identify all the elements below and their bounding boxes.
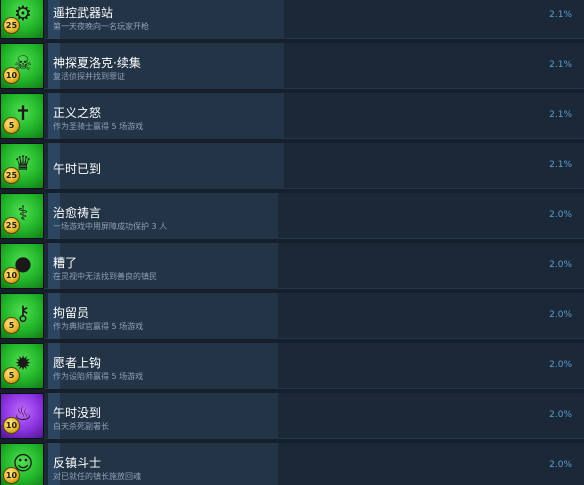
points-badge: 10 — [3, 267, 20, 284]
achievement-list: ⚙ 25 遥控武器站第一天夜晚向一名玩家开枪 2.1% ☠ 10 神探夏洛克·续集复活侦探并… — [0, 0, 584, 485]
achievement-description: 一场游戏中用屏障成功保护 3 人 — [53, 222, 168, 231]
gatling-turret-icon: ⚙ 25 — [0, 0, 44, 39]
unlock-percent: 2.0% — [549, 210, 572, 220]
achievement-title: 愿者上钩 — [53, 356, 102, 370]
achievement-title: 糟了 — [53, 256, 78, 270]
achievement-row[interactable]: ☺ 10 反镇斗士对已就任的镇长施放回魂 2.0% — [0, 443, 584, 485]
achievement-title: 遥控武器站 — [53, 6, 114, 20]
achievement-title: 午时已到 — [53, 162, 102, 176]
points-badge: 5 — [3, 317, 20, 334]
points-badge: 25 — [3, 167, 20, 184]
crystal-ball-icon: ● 10 — [0, 243, 44, 289]
bear-trap-icon: ✹ 5 — [0, 343, 44, 389]
achievement-description: 作为设陷师赢得 5 场游戏 — [53, 372, 144, 381]
achievement-row[interactable]: ✝ 5 正义之怒作为圣骑士赢得 5 场游戏 2.1% — [0, 93, 584, 139]
jester-mask-icon: ☺ 10 — [0, 443, 44, 485]
unlock-percent: 2.1% — [549, 10, 572, 20]
achievement-title: 午时没到 — [53, 406, 102, 420]
achievement-title: 神探夏洛克·续集 — [53, 56, 141, 70]
unlock-percent: 2.1% — [549, 160, 572, 170]
achievement-description: 第一天夜晚向一名玩家开枪 — [53, 22, 149, 31]
cell-keys-icon: ⚷ 5 — [0, 293, 44, 339]
achievement-row[interactable]: ✹ 5 愿者上钩作为设陷师赢得 5 场游戏 2.0% — [0, 343, 584, 389]
achievement-row[interactable]: ♨ 10 午时没到白天杀死副署长 2.0% — [0, 393, 584, 439]
caduceus-icon: ⚕ 25 — [0, 193, 44, 239]
achievement-title: 拘留员 — [53, 306, 90, 320]
achievement-row[interactable]: ♛ 25 午时已到 2.1% — [0, 143, 584, 189]
achievement-description: 作为典狱官赢得 5 场游戏 — [53, 322, 144, 331]
points-badge: 5 — [3, 367, 20, 384]
achievement-row[interactable]: ☠ 10 神探夏洛克·续集复活侦探并找到罪证 2.1% — [0, 43, 584, 89]
points-badge: 10 — [3, 417, 20, 434]
points-badge: 10 — [3, 67, 20, 84]
achievement-title: 正义之怒 — [53, 106, 102, 120]
dark-flame-icon: ♨ 10 — [0, 393, 44, 439]
unlock-percent: 2.0% — [549, 410, 572, 420]
achievement-title: 反镇斗士 — [53, 456, 102, 470]
holy-cross-icon: ✝ 5 — [0, 93, 44, 139]
unlock-rate-bar — [48, 243, 278, 289]
unlock-percent: 2.1% — [549, 60, 572, 70]
points-badge: 5 — [3, 117, 20, 134]
unlock-percent: 2.1% — [549, 110, 572, 120]
unlock-percent: 2.0% — [549, 310, 572, 320]
unlock-percent: 2.0% — [549, 460, 572, 470]
achievement-description: 复活侦探并找到罪证 — [53, 72, 125, 81]
achievement-row[interactable]: ● 10 糟了在灵视中无法找到善良的镇民 2.0% — [0, 243, 584, 289]
points-badge: 10 — [3, 467, 20, 484]
ghost-detective-icon: ☠ 10 — [0, 43, 44, 89]
achievement-description: 白天杀死副署长 — [53, 422, 109, 431]
points-badge: 25 — [3, 217, 20, 234]
unlock-percent: 2.0% — [549, 260, 572, 270]
achievement-title: 治愈祷言 — [53, 206, 102, 220]
achievement-row[interactable]: ⚕ 25 治愈祷言一场游戏中用屏障成功保护 3 人 2.0% — [0, 193, 584, 239]
achievement-row[interactable]: ⚙ 25 遥控武器站第一天夜晚向一名玩家开枪 2.1% — [0, 0, 584, 39]
demon-crown-icon: ♛ 25 — [0, 143, 44, 189]
achievement-description: 对已就任的镇长施放回魂 — [53, 472, 141, 481]
achievement-description: 在灵视中无法找到善良的镇民 — [53, 272, 157, 281]
points-badge: 25 — [3, 17, 20, 34]
unlock-percent: 2.0% — [549, 360, 572, 370]
achievement-row[interactable]: ⚷ 5 拘留员作为典狱官赢得 5 场游戏 2.0% — [0, 293, 584, 339]
achievement-description: 作为圣骑士赢得 5 场游戏 — [53, 122, 144, 131]
